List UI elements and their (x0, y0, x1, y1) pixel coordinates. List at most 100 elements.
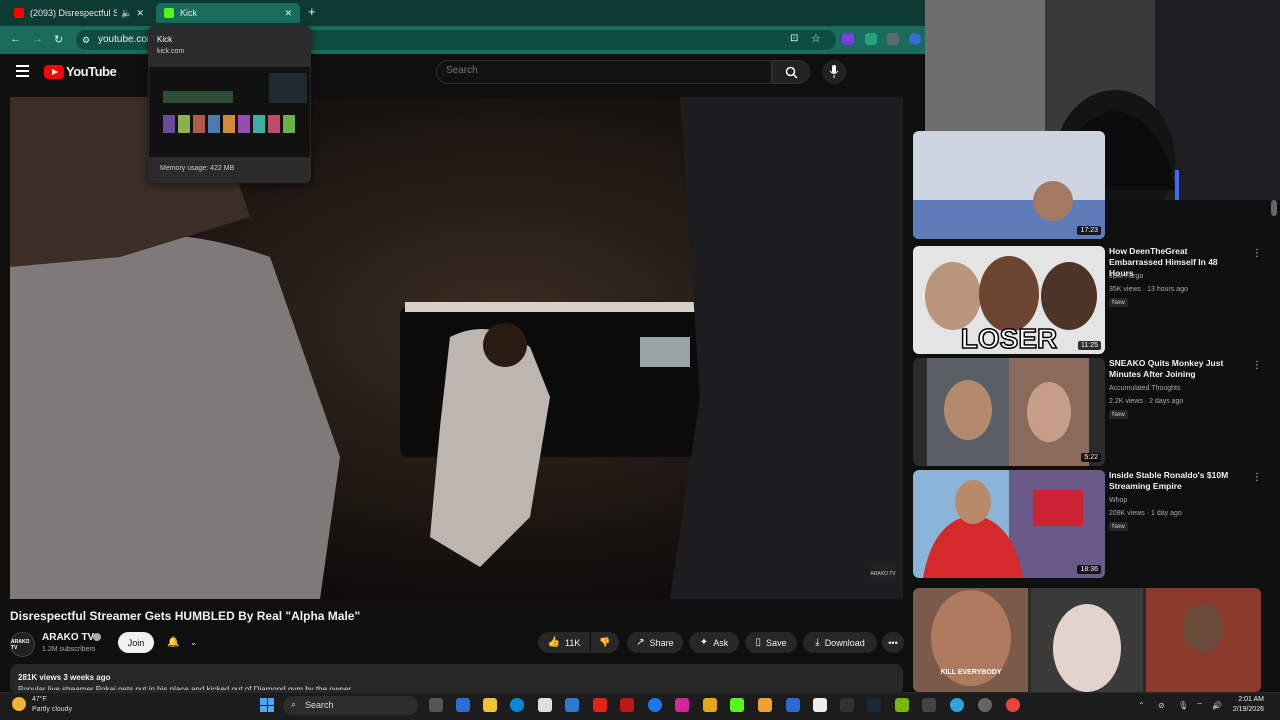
recommendation-item-wide[interactable]: KILL EVERYBODY (913, 588, 1263, 692)
hamburger-menu-icon[interactable] (16, 65, 29, 77)
microphone-tray-icon[interactable]: 🎙 (1178, 701, 1188, 710)
bell-icon: 🔔 (167, 637, 180, 648)
more-vert-icon[interactable]: ⋮ (1252, 248, 1262, 259)
recommendation-item[interactable]: 17:23 (913, 131, 1263, 240)
video-thumbnail[interactable]: LOSER 11:25 (913, 246, 1105, 354)
tray-overflow-icon[interactable]: ⌃ (1138, 701, 1145, 710)
more-vert-icon[interactable]: ⋮ (1252, 472, 1262, 483)
youtube-favicon-icon (14, 8, 24, 18)
share-button[interactable]: ↗ Share (627, 632, 683, 653)
recommendation-channel[interactable]: Whop (1109, 497, 1127, 504)
edge-icon[interactable] (510, 698, 524, 712)
voice-search-button[interactable] (822, 60, 846, 84)
video-thumbnail[interactable]: 5:22 (913, 358, 1105, 466)
recommendation-item[interactable]: 18:36 Inside Stable Ronaldo's $10M Strea… (913, 470, 1263, 578)
wifi-icon[interactable]: ⌔ (1196, 701, 1204, 711)
video-thumbnail[interactable]: 17:23 (913, 131, 1105, 239)
windows-start-icon[interactable] (260, 698, 274, 712)
file-explorer-icon[interactable] (483, 698, 497, 712)
search-button[interactable] (772, 60, 810, 84)
notification-button[interactable]: 🔔 ⌄ (162, 632, 202, 653)
youtube-app-icon[interactable] (593, 698, 607, 712)
weather-description[interactable]: Partly cloudy (32, 706, 72, 713)
extension-gray-icon[interactable] (887, 33, 899, 45)
amazon-icon[interactable] (758, 698, 772, 712)
clock-date[interactable]: 2/19/2026 (1212, 706, 1264, 713)
nvidia-icon[interactable] (895, 698, 909, 712)
recommendation-channel[interactable]: JBM Fargo (1109, 273, 1143, 280)
app-icon[interactable] (922, 698, 936, 712)
network-icon[interactable]: ⊘ (1158, 701, 1165, 710)
steam-icon[interactable] (867, 698, 881, 712)
new-tab-button[interactable]: + (308, 4, 316, 19)
telegram-icon[interactable] (950, 698, 964, 712)
speaker-icon[interactable]: 🔈 (121, 8, 132, 19)
install-app-icon[interactable]: ⊡ (790, 33, 798, 44)
youtube-logo[interactable]: YouTube (44, 64, 117, 79)
video-player[interactable]: ARAKO TV (10, 97, 903, 599)
recommendation-title[interactable]: Inside Stable Ronaldo's $10M Streaming E… (1109, 470, 1241, 492)
recommendation-item[interactable]: LOSER 11:25 How DeenTheGreat Embarrassed… (913, 246, 1263, 354)
netflix-icon[interactable] (620, 698, 634, 712)
extension-k-icon[interactable] (842, 33, 854, 45)
download-label: Download (824, 637, 865, 648)
mail-icon[interactable] (565, 698, 579, 712)
extension-green-icon[interactable] (865, 33, 877, 45)
site-info-icon[interactable]: ⚙ (82, 35, 90, 46)
clock-time[interactable]: 2:01 AM (1212, 696, 1264, 703)
video-thumbnail[interactable]: 18:36 (913, 470, 1105, 578)
url-text[interactable]: youtube.com (98, 34, 155, 45)
app-icon[interactable] (840, 698, 854, 712)
app-icon[interactable] (786, 698, 800, 712)
taskbar-search-label[interactable]: Search (305, 700, 334, 710)
video-thumbnail[interactable]: KILL EVERYBODY (913, 588, 1261, 692)
reload-icon[interactable]: ↻ (54, 33, 63, 46)
obs-icon[interactable] (978, 698, 992, 712)
video-duration: 17:23 (1077, 226, 1101, 235)
channel-avatar[interactable]: ARAKO TV (10, 632, 35, 657)
recommendation-channel[interactable]: Accumulated Thoughts (1109, 385, 1180, 392)
sparkle-icon: ✦ (699, 637, 709, 648)
hover-card-title: Kick (157, 35, 173, 44)
back-icon[interactable]: ← (10, 33, 21, 45)
taskbar-search[interactable] (283, 696, 418, 715)
search-input[interactable] (446, 65, 746, 76)
weather-temperature[interactable]: 47°F (32, 696, 47, 703)
join-button[interactable]: Join (118, 632, 154, 653)
channel-watermark: ARAKO TV (870, 571, 896, 577)
tab-youtube[interactable]: (2093) Disrespectful Streamer 🔈 ✕ (6, 3, 152, 23)
sidebar-scrollbar[interactable] (1271, 200, 1277, 216)
weather-icon[interactable] (12, 697, 26, 711)
channel-name[interactable]: ARAKO TV (42, 632, 94, 643)
tab-kick[interactable]: Kick ✕ (156, 3, 300, 23)
forward-icon[interactable]: → (32, 33, 43, 45)
recommendation-meta: 208K views · 1 day ago (1109, 510, 1182, 517)
new-badge: New (1109, 410, 1129, 419)
bookmark-star-icon[interactable]: ☆ (811, 32, 821, 45)
kick-app-icon[interactable] (730, 698, 744, 712)
instagram-icon[interactable] (675, 698, 689, 712)
app-icon[interactable] (813, 698, 827, 712)
app-icon[interactable] (703, 698, 717, 712)
more-actions-button[interactable]: ••• (882, 632, 904, 653)
more-vert-icon[interactable]: ⋮ (1252, 360, 1262, 371)
recommendation-meta: 35K views · 13 hours ago (1109, 286, 1188, 293)
hover-card-memory: Memory usage: 422 MB (160, 165, 235, 172)
chrome-icon[interactable] (1006, 698, 1020, 712)
copilot-icon[interactable] (456, 698, 470, 712)
extension-blue-icon[interactable] (909, 33, 921, 45)
save-button[interactable]: ▯ Save (745, 632, 797, 653)
dislike-button[interactable]: 👎 (591, 632, 619, 653)
taskbar-search-icon: ⌕ (291, 699, 297, 709)
download-button[interactable]: ⤓ Download (803, 632, 877, 653)
microphone-icon (829, 65, 839, 78)
like-button[interactable]: 👍 11K (538, 632, 590, 653)
recommendation-title[interactable]: SNEAKO Quits Monkey Just Minutes After J… (1109, 358, 1241, 380)
tab-close-icon[interactable]: ✕ (136, 8, 144, 19)
tab-close-icon[interactable]: ✕ (284, 8, 292, 19)
ask-button[interactable]: ✦ Ask (689, 632, 739, 653)
facebook-icon[interactable] (648, 698, 662, 712)
task-view-icon[interactable] (429, 698, 443, 712)
recommendation-item[interactable]: 5:22 SNEAKO Quits Monkey Just Minutes Af… (913, 358, 1263, 466)
store-icon[interactable] (538, 698, 552, 712)
